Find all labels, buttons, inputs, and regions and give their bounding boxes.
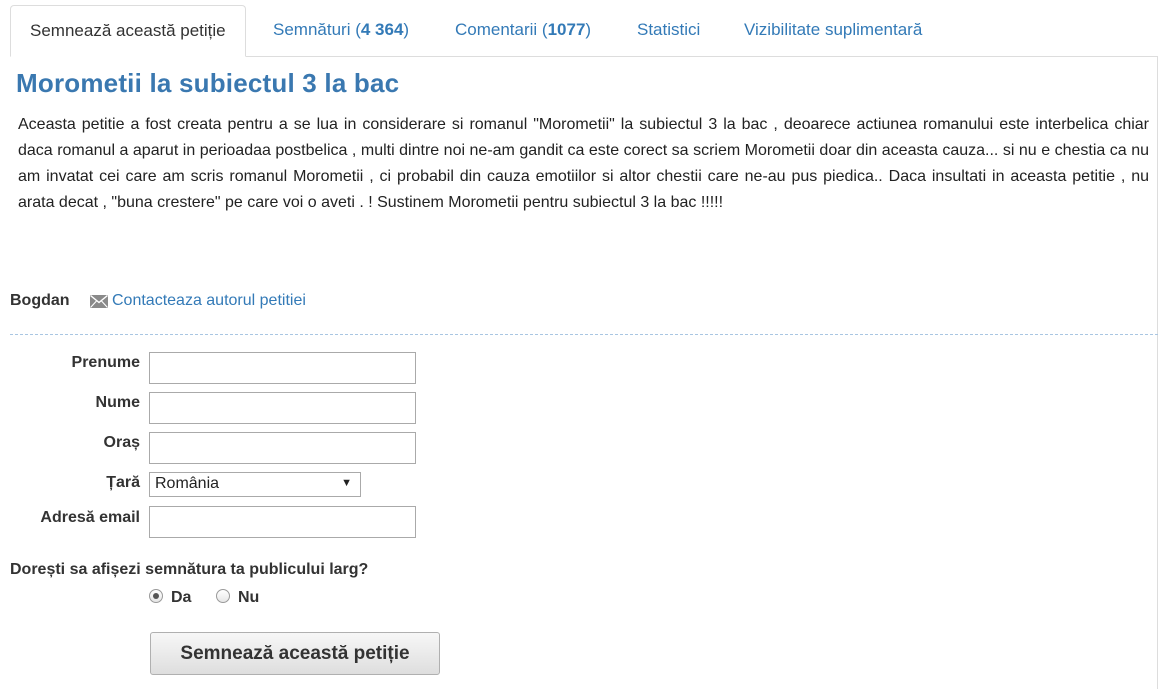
tab-comments-label: Comentarii [455,20,538,39]
tab-signatures[interactable]: Semnături (4 364) [273,5,409,57]
email-label: Adresă email [40,509,140,526]
email-input[interactable] [149,506,416,538]
tab-comments[interactable]: Comentarii (1077) [455,5,591,57]
visibility-no-label[interactable]: Nu [238,589,259,607]
petition-title: Morometii la subiectul 3 la bac [16,68,400,98]
visibility-no-radio[interactable] [216,589,230,603]
last-name-input[interactable] [149,392,416,424]
tab-extra-visibility[interactable]: Vizibilitate suplimentară [744,5,922,57]
contact-author-link[interactable]: Contacteaza autorul petitiei [112,292,306,310]
tab-sign-petition[interactable]: Semnează această petiție [10,5,246,57]
visibility-question: Dorești sa afișezi semnătura ta publicul… [10,561,369,578]
tab-sign-petition-label: Semnează această petiție [30,21,226,40]
petition-description: Aceasta petitie a fost creata pentru a s… [18,116,1149,211]
first-name-input[interactable] [149,352,416,384]
section-divider [10,334,1158,335]
author-row: Bogdan Contacteaza autorul petitiei [10,292,306,314]
envelope-icon[interactable] [90,294,108,313]
comment-count: 1077 [547,20,586,39]
city-input[interactable] [149,432,416,464]
dropdown-arrow-icon: ▼ [341,477,352,489]
last-name-label: Nume [95,394,140,411]
country-label: Țară [106,474,140,491]
visibility-yes-radio[interactable] [149,589,163,603]
tab-extra-visibility-label: Vizibilitate suplimentară [744,20,923,39]
author-name: Bogdan [10,292,70,309]
sign-petition-button[interactable]: Semnează această petiție [150,632,440,675]
content-border [1157,57,1158,689]
tab-signatures-label: Semnături [273,20,351,39]
city-label: Oraș [103,434,140,451]
first-name-label: Prenume [71,354,140,371]
country-select[interactable]: România ▼ [149,472,361,497]
tab-statistics-label: Statistici [637,20,701,39]
country-select-value: România [155,475,220,492]
tab-statistics[interactable]: Statistici [637,5,700,57]
signature-count: 4 364 [360,20,404,39]
petition-tabs: Semnează această petiție Semnături (4 36… [10,5,1158,57]
visibility-yes-label[interactable]: Da [171,589,191,607]
